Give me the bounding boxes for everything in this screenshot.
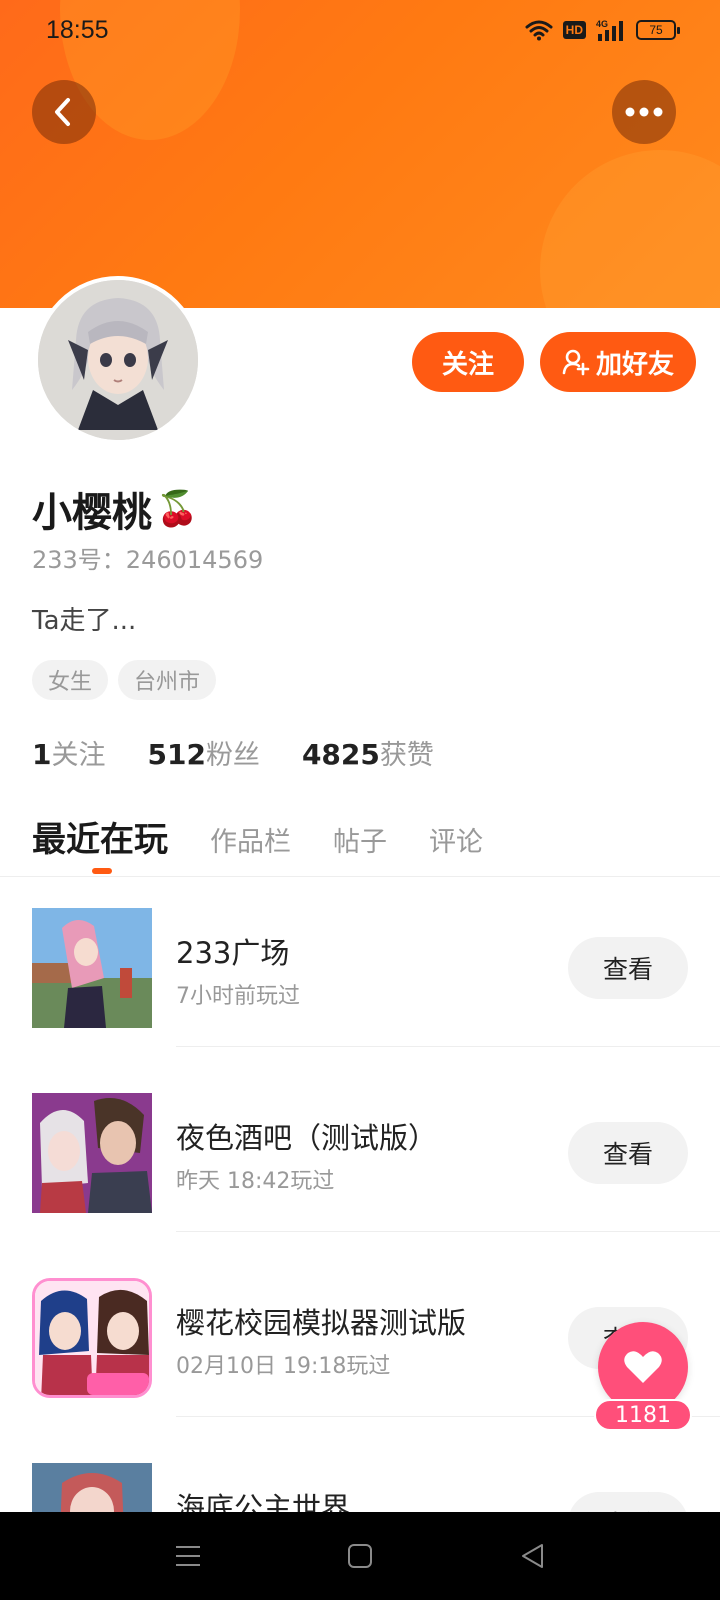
view-button[interactable]: 查看 [568,1122,688,1184]
like-count-badge: 1181 [594,1399,692,1431]
user-id: 233号：246014569 [32,546,264,574]
game-name: 樱花校园模拟器测试版 [176,1306,467,1340]
tab-works[interactable]: 作品栏 [210,820,291,859]
back-triangle-icon [522,1544,543,1568]
game-played-time: 02月10日 19:18玩过 [176,1354,391,1379]
signal-icon: 4G [596,19,623,41]
row-divider [176,1231,720,1232]
tab-recent-play[interactable]: 最近在玩 [32,812,168,861]
game-thumbnail [32,908,152,1028]
more-horizontal-icon [625,107,663,117]
nav-home-button[interactable] [342,1538,378,1574]
stat-following[interactable]: 1关注 [32,733,105,772]
stat-likes-value: 4825 [301,738,380,771]
battery-icon: 75 [636,20,680,40]
tag-gender: 女生 [32,660,109,700]
system-navigation-bar [0,1512,720,1600]
profile-stats: 1关注 512粉丝 4825获赞 [32,733,434,772]
more-button[interactable] [612,80,676,144]
add-friend-button-label: 加好友 [595,349,674,380]
stat-likes: 4825获赞 [302,733,434,772]
heart-icon [624,1351,662,1383]
game-name: 233广场 [176,936,290,970]
stat-following-label: 关注 [51,740,106,771]
game-played-time: 昨天 18:42玩过 [176,1169,335,1194]
profile-tags: 女生 台州市 [32,660,217,700]
game-played-time: 7小时前玩过 [176,984,300,1009]
add-friend-button[interactable]: 加好友 [540,332,696,392]
status-icons: HD 4G 75 [525,18,680,42]
status-bar: 18:55 HD 4G 75 [0,0,720,62]
back-button[interactable] [32,80,96,144]
tag-city: 台州市 [118,660,217,700]
tabs-divider [0,876,720,877]
list-item[interactable]: 夜色酒吧（测试版） 昨天 18:42玩过 查看 [0,1077,720,1262]
game-thumbnail [32,1093,152,1213]
tab-posts[interactable]: 帖子 [333,820,387,859]
username-text: 小樱桃 [32,490,152,536]
username: 小樱桃 🍒 [32,480,198,538]
home-square-icon [348,1544,372,1568]
status-time: 18:55 [46,16,109,44]
game-thumbnail [32,1278,152,1398]
tab-active-indicator [92,868,112,874]
follow-button[interactable]: 关注 [412,332,524,392]
stat-following-value: 1 [32,738,52,771]
row-divider [176,1046,720,1047]
profile-tabs: 最近在玩 作品栏 帖子 评论 [32,812,483,861]
cherry-emoji: 🍒 [156,489,199,529]
stat-likes-label: 获赞 [379,740,434,771]
nav-menu-button[interactable] [170,1538,206,1574]
view-button[interactable]: 查看 [568,937,688,999]
nav-back-button[interactable] [514,1538,550,1574]
stat-fans-label: 粉丝 [205,740,260,771]
menu-icon [176,1546,200,1566]
tab-comments[interactable]: 评论 [429,820,483,859]
stat-fans[interactable]: 512粉丝 [147,733,259,772]
wifi-icon [525,20,553,41]
stat-fans-value: 512 [147,738,206,771]
game-name: 夜色酒吧（测试版） [176,1121,438,1155]
follow-button-label: 关注 [441,349,494,380]
list-item[interactable]: 233广场 7小时前玩过 查看 [0,892,720,1077]
hd-badge: HD [562,21,586,39]
bio: Ta走了... [32,606,137,636]
svg-text:4G: 4G [596,19,608,29]
avatar[interactable] [34,276,202,444]
chevron-left-icon [55,98,70,126]
user-plus-icon [562,349,590,376]
